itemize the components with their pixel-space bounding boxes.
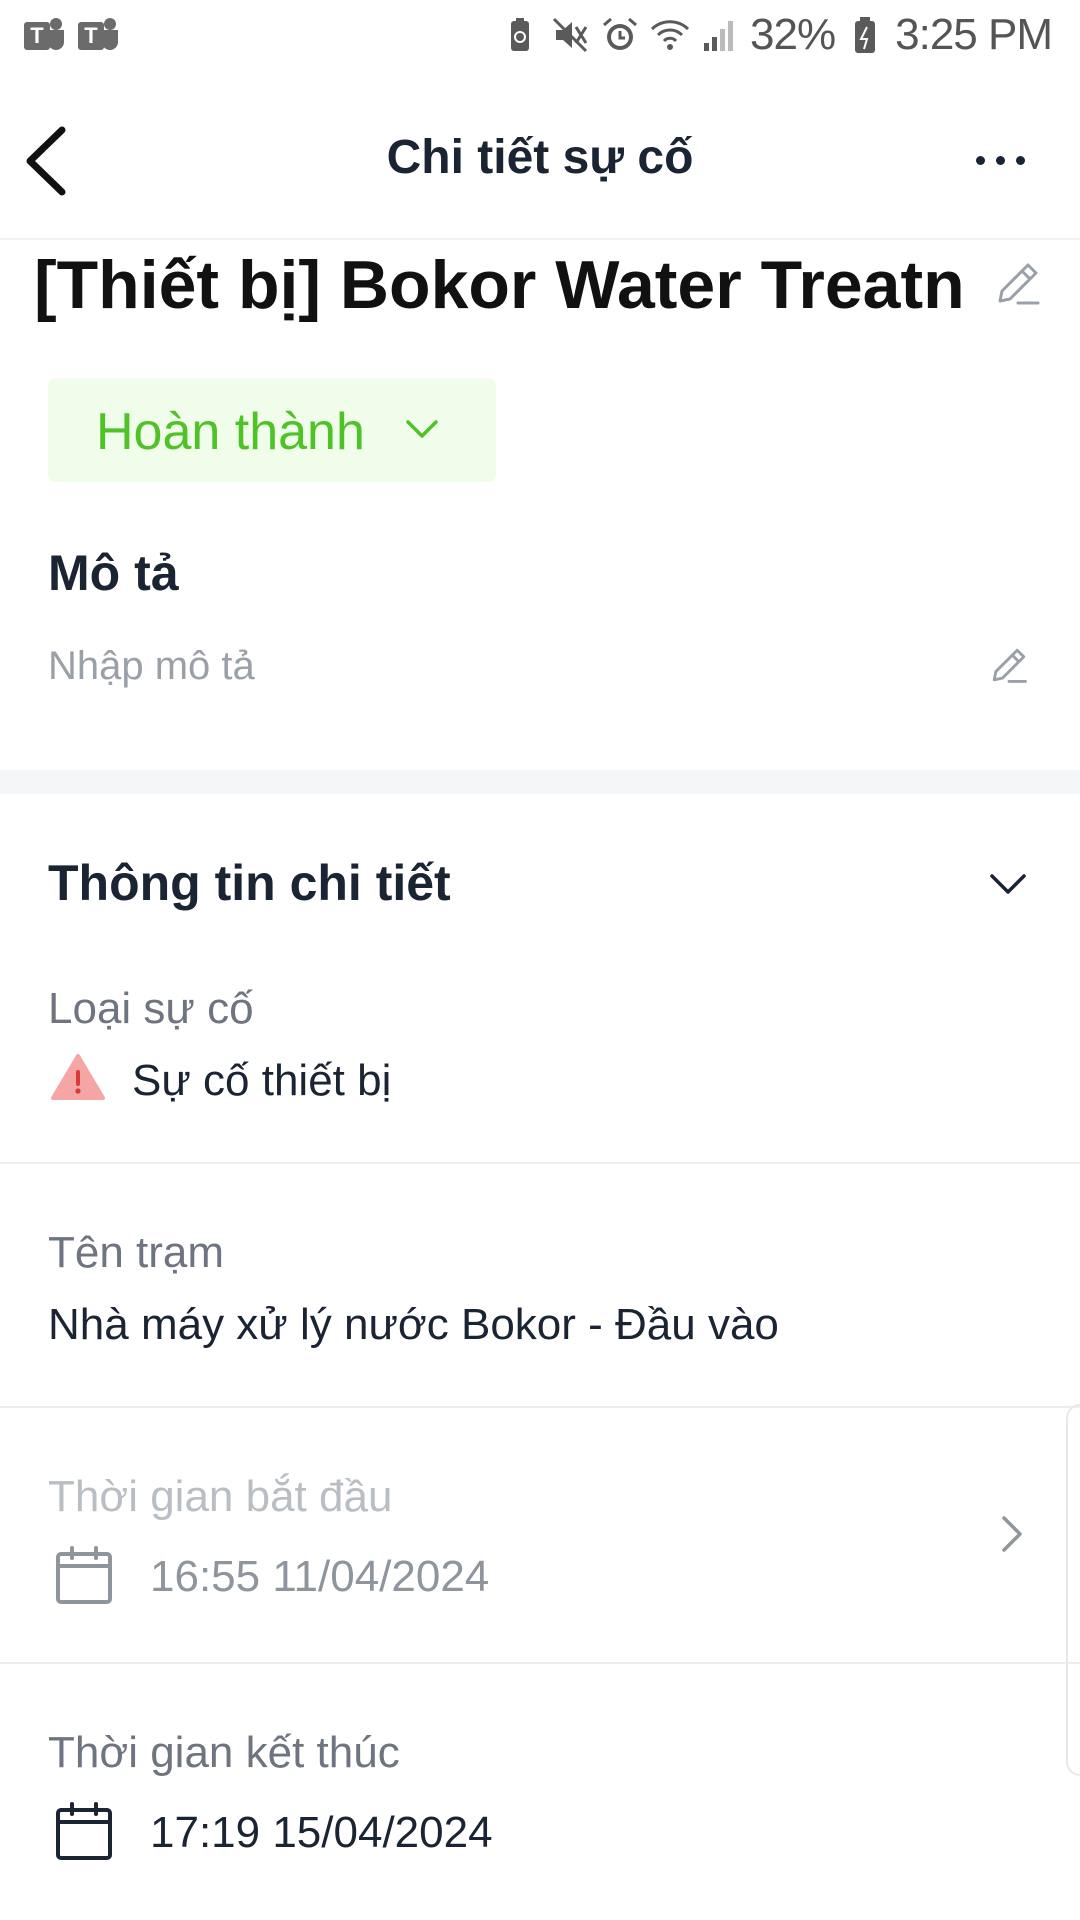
alarm-icon (603, 17, 638, 50)
incident-type-value: Sự cố thiết bị (132, 1056, 392, 1105)
scroll-edge-indicator (1066, 1404, 1080, 1776)
battery-percent: 32% (750, 10, 836, 59)
chevron-right-icon[interactable] (996, 1512, 1026, 1556)
teams-icon: T (20, 14, 66, 54)
station-label: Tên trạm (48, 1228, 225, 1277)
system-icons: 32% 3:25 PM (500, 10, 1053, 60)
description-input[interactable]: Nhập mô tả (48, 644, 255, 689)
teams-icon: T (74, 14, 120, 54)
app-header: Chi tiết sự cố (0, 86, 1080, 236)
signal-icon (704, 21, 734, 51)
wifi-icon (651, 20, 690, 50)
divider (0, 1662, 1080, 1664)
mute-icon (552, 17, 588, 53)
more-options-icon[interactable] (970, 146, 1030, 176)
end-time-value[interactable]: 17:19 15/04/2024 (150, 1808, 493, 1858)
divider (0, 1162, 1080, 1164)
chevron-down-icon (406, 420, 438, 438)
notification-icons: T T (20, 14, 120, 54)
status-label: Hoàn thành (96, 403, 365, 461)
edit-title-icon[interactable] (990, 255, 1046, 311)
start-time-value[interactable]: 16:55 11/04/2024 (150, 1552, 489, 1602)
battery-saver-icon (511, 18, 530, 51)
end-time-label: Thời gian kết thúc (48, 1728, 400, 1777)
calendar-icon (56, 1802, 112, 1860)
description-heading: Mô tả (48, 545, 179, 601)
clock: 3:25 PM (895, 10, 1053, 59)
warning-icon (51, 1054, 105, 1100)
section-separator (0, 770, 1080, 794)
edit-description-icon[interactable] (986, 642, 1032, 688)
divider (0, 1406, 1080, 1408)
station-value: Nhà máy xử lý nước Bokor - Đầu vào (48, 1300, 779, 1349)
calendar-icon (56, 1546, 112, 1604)
status-bar: T T 32% 3:25 PM (0, 0, 1080, 72)
battery-icon (855, 17, 876, 53)
details-heading[interactable]: Thông tin chi tiết (48, 854, 451, 912)
page-title: Chi tiết sự cố (386, 131, 694, 184)
incident-title: [Thiết bị] Bokor Water Treatn (34, 247, 964, 323)
status-dropdown[interactable]: Hoàn thành (48, 378, 496, 482)
start-time-label: Thời gian bắt đầu (48, 1472, 393, 1521)
chevron-down-icon[interactable] (988, 870, 1028, 898)
incident-type-label: Loại sự cố (48, 984, 254, 1033)
